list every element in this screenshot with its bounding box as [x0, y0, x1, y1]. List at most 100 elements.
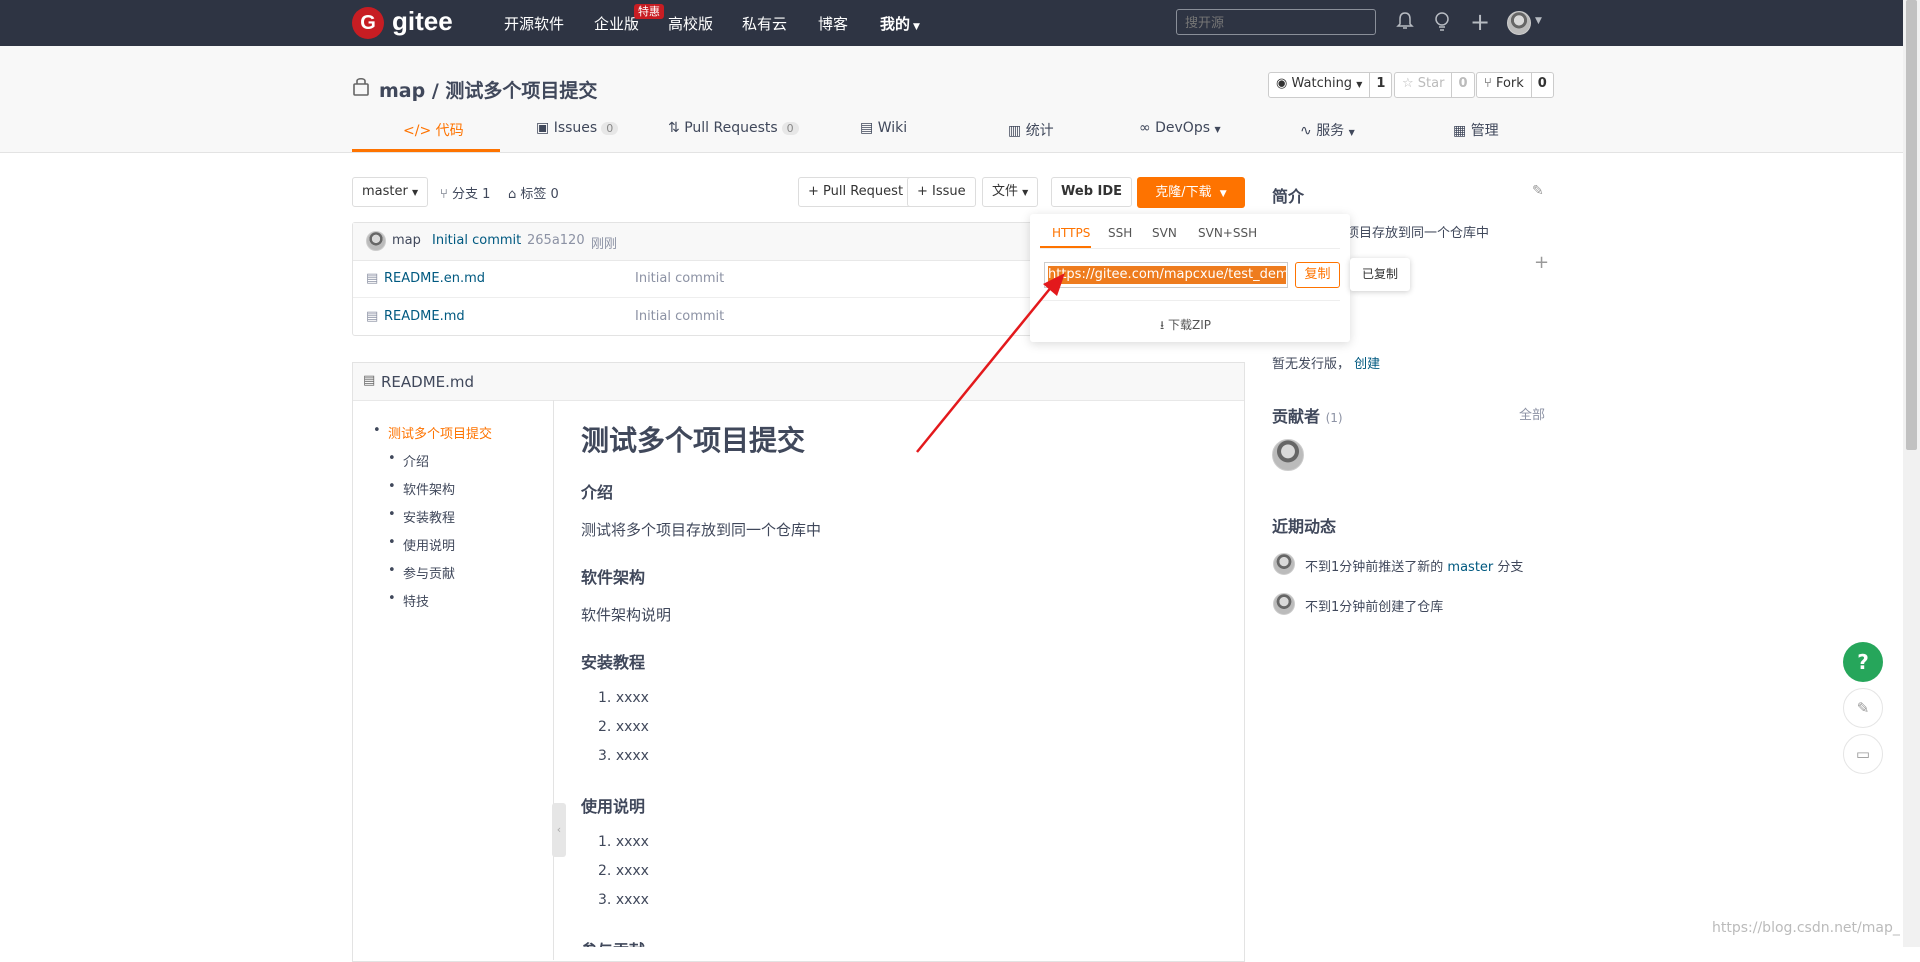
toc-item-intro[interactable]: 介绍 [388, 451, 429, 470]
activity-branch-link[interactable]: master [1447, 560, 1493, 575]
branches-link[interactable]: ⑂ 分支 1 [440, 183, 490, 202]
tab-services[interactable]: ∿ 服务 ▼ [1300, 120, 1355, 140]
tab-pull-requests[interactable]: ⇅ Pull Requests 0 [668, 120, 799, 136]
clone-tabs-divider [1040, 248, 1340, 249]
tab-code[interactable]: </> 代码 [403, 120, 464, 140]
download-zip-link[interactable]: ⭳ 下载ZIP [1160, 316, 1211, 337]
clone-tab-svn[interactable]: SVN [1152, 226, 1177, 240]
tab-pr-label: Pull Requests [684, 120, 778, 136]
toc-item-usage[interactable]: 使用说明 [388, 535, 455, 554]
tab-wiki[interactable]: ▤ Wiki [860, 120, 907, 136]
tab-manage[interactable]: ▦ 管理 [1453, 120, 1499, 140]
file-menu-button[interactable]: 文件 ▼ [982, 177, 1039, 207]
tab-issues[interactable]: ▣ Issues 0 [536, 120, 619, 136]
help-button[interactable]: ? [1843, 642, 1883, 682]
caret-down-icon: ▼ [1356, 80, 1363, 89]
contributor-avatar[interactable] [1272, 439, 1304, 471]
toc-collapse-handle[interactable]: ‹ [552, 803, 566, 857]
nav-enterprise[interactable]: 企业版 [594, 13, 639, 34]
bulb-icon[interactable] [1433, 11, 1451, 36]
file-name-readme-en[interactable]: README.en.md [384, 271, 485, 286]
list-item: 3. xxxx [598, 748, 649, 764]
branch-select[interactable]: master ▼ [352, 177, 429, 207]
user-avatar[interactable] [1507, 11, 1531, 35]
active-tab-indicator [352, 149, 500, 152]
file-commit-readme[interactable]: Initial commit [635, 309, 724, 324]
tags-link[interactable]: ⌂ 标签 0 [508, 183, 559, 202]
clone-download-button[interactable]: 克隆/下载 ▼ [1137, 177, 1245, 208]
watching-button[interactable]: ◉ Watching ▼ 1 [1268, 72, 1393, 98]
commit-hash[interactable]: 265a120 [527, 233, 585, 248]
toc-item-contrib[interactable]: 参与贡献 [388, 563, 455, 582]
toc-item-install[interactable]: 安装教程 [388, 507, 455, 526]
create-release-link[interactable]: 创建 [1354, 357, 1380, 372]
commit-author-avatar[interactable] [366, 231, 386, 251]
feedback-edit-button[interactable]: ✎ [1843, 688, 1883, 728]
caret-down-icon: ▼ [1219, 189, 1227, 199]
file-name-readme[interactable]: README.md [384, 309, 465, 324]
tab-issues-count: 0 [601, 122, 619, 135]
readme-arch-text: 软件架构说明 [581, 606, 672, 624]
watching-count[interactable]: 1 [1370, 73, 1391, 97]
file-commit-readme-en[interactable]: Initial commit [635, 271, 724, 286]
new-issue-button[interactable]: + Issue [907, 177, 976, 207]
web-ide-button[interactable]: Web IDE [1051, 177, 1133, 207]
nav-blog[interactable]: 博客 [818, 13, 848, 34]
readme-arch-heading: 软件架构 [581, 568, 646, 587]
sidebar-intro-title: 简介 [1272, 187, 1305, 206]
dropdown-divider [1040, 300, 1340, 301]
star-count[interactable]: 0 [1452, 73, 1473, 97]
nav-mine[interactable]: 我的 ▼ [880, 13, 920, 34]
contributors-all-link[interactable]: 全部 [1519, 404, 1545, 423]
gitee-logo-icon[interactable]: G [352, 7, 384, 39]
tab-code-label: 代码 [435, 123, 464, 139]
repo-owner-link[interactable]: map [379, 80, 425, 102]
nav-university[interactable]: 高校版 [668, 13, 713, 34]
list-item-text: xxxx [615, 834, 649, 850]
repo-name-link[interactable]: 测试多个项目提交 [445, 80, 597, 102]
edit-icon[interactable]: ✎ [1532, 183, 1544, 199]
copy-url-button[interactable]: 复制 [1295, 262, 1340, 288]
clone-label: 克隆/下载 [1155, 185, 1212, 200]
tab-devops[interactable]: ∞ DevOps ▼ [1139, 120, 1221, 136]
clone-tab-ssh[interactable]: SSH [1108, 226, 1132, 240]
commit-time: 刚刚 [591, 237, 618, 252]
issues-icon: ▣ [536, 120, 550, 136]
readme-install-heading: 安装教程 [581, 653, 646, 672]
new-pull-request-button[interactable]: + Pull Request [798, 177, 914, 207]
fork-icon: ⑂ [1484, 76, 1492, 91]
activity-text: 不到1分钟前推送了新的 [1305, 560, 1444, 575]
clone-tab-https[interactable]: HTTPS [1052, 226, 1090, 240]
chat-button[interactable]: ▭ [1843, 734, 1883, 774]
branch-icon: ⑂ [440, 187, 448, 202]
commit-author[interactable]: map [392, 233, 421, 248]
list-item-text: xxxx [615, 748, 649, 764]
fork-count[interactable]: 0 [1532, 73, 1553, 97]
scrollbar-thumb[interactable] [1906, 0, 1917, 450]
toc-item-arch[interactable]: 软件架构 [388, 479, 455, 498]
activity-avatar[interactable] [1273, 553, 1295, 575]
clone-tab-svn-ssh[interactable]: SVN+SSH [1198, 226, 1257, 240]
clone-url-text[interactable]: https://gitee.com/mapcxue/test_demo [1048, 266, 1286, 284]
list-item-text: xxxx [615, 892, 649, 908]
nav-private-cloud[interactable]: 私有云 [742, 13, 787, 34]
activity-text: 不到1分钟前创建了仓库 [1305, 600, 1444, 615]
search-input[interactable] [1176, 9, 1376, 35]
readme-header [353, 363, 1244, 401]
fork-button[interactable]: ⑂ Fork 0 [1476, 72, 1554, 98]
commit-message[interactable]: Initial commit [432, 233, 521, 248]
toc-item-title[interactable]: 测试多个项目提交 [373, 423, 492, 442]
pulse-icon: ∿ [1300, 123, 1312, 139]
toc-item-tricks[interactable]: 特技 [388, 591, 429, 610]
activity-avatar[interactable] [1273, 593, 1295, 615]
star-button[interactable]: ☆ Star 0 [1394, 72, 1475, 98]
plus-icon[interactable]: + [1470, 8, 1490, 36]
tab-stats[interactable]: ▥ 统计 [1008, 120, 1054, 140]
settings-icon: ▦ [1453, 123, 1467, 139]
caret-down-icon[interactable]: ▼ [1535, 16, 1542, 26]
plus-icon[interactable]: + [1534, 252, 1549, 273]
gitee-logo-text[interactable]: gitee [392, 6, 453, 37]
nav-opensource[interactable]: 开源软件 [504, 13, 564, 34]
list-item-text: xxxx [615, 719, 649, 735]
bell-icon[interactable] [1396, 11, 1414, 36]
